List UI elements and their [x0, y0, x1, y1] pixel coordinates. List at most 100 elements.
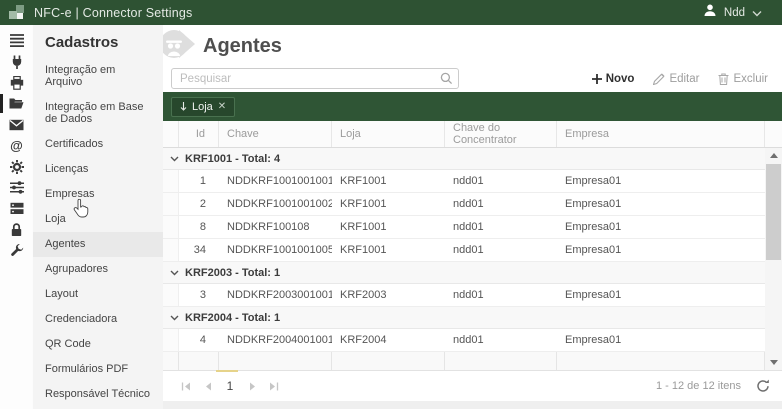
sidebar-item-credenciadora[interactable]: Credenciadora	[33, 307, 163, 332]
cell-chave: NDDKRF100108	[219, 216, 332, 238]
cell-chave: NDDKRF1001001002	[219, 193, 332, 215]
row-expander-cell	[163, 193, 179, 215]
cell-chave: NDDKRF2003001001	[219, 284, 332, 306]
group-chip-loja[interactable]: Loja ✕	[171, 97, 235, 117]
cell-loja: KRF1001	[332, 216, 445, 238]
sort-descending-icon	[180, 102, 187, 111]
scroll-down-icon[interactable]	[765, 355, 782, 370]
cell-empresa: Empresa01	[557, 329, 765, 351]
cell-id: 1	[179, 170, 219, 192]
sidebar-item-certificados[interactable]: Certificados	[33, 132, 163, 157]
sidebar-item-layout[interactable]: Layout	[33, 282, 163, 307]
sidebar-item-qr-code[interactable]: QR Code	[33, 332, 163, 357]
vertical-scrollbar[interactable]	[765, 148, 782, 370]
sidebar-item-integra-o-em-arquivo[interactable]: Integração em Arquivo	[33, 58, 163, 95]
user-menu[interactable]: Ndd	[724, 7, 745, 19]
empty-cell	[163, 352, 179, 370]
cell-loja: KRF2003	[332, 284, 445, 306]
gear-icon[interactable]	[0, 156, 33, 177]
first-page-icon[interactable]	[175, 376, 197, 396]
sliders-icon[interactable]	[0, 177, 33, 198]
cell-empresa: Empresa01	[557, 170, 765, 192]
sidebar-item-respons-vel-t-cnico[interactable]: Responsável Técnico	[33, 382, 163, 407]
cell-chave-do-concentrator: ndd01	[445, 193, 557, 215]
chevron-down-icon[interactable]	[752, 4, 762, 22]
search-icon[interactable]	[440, 72, 453, 90]
last-page-icon[interactable]	[263, 376, 285, 396]
app-logo-icon	[8, 4, 26, 21]
table-row[interactable]: 34NDDKRF1001001005KRF1001ndd01Empresa01	[163, 239, 765, 262]
plus-icon	[592, 74, 602, 84]
row-expander-cell	[163, 329, 179, 351]
column-header-chave[interactable]: Chave	[219, 121, 332, 147]
column-header-loja[interactable]: Loja	[332, 121, 445, 147]
sidebar-item-formul-rios-pdf[interactable]: Formulários PDF	[33, 357, 163, 382]
search-input[interactable]	[171, 68, 459, 89]
sidebar-item-agentes[interactable]: Agentes	[33, 232, 163, 257]
column-header-id[interactable]: Id	[179, 121, 219, 147]
sidebar-item-agrupadores[interactable]: Agrupadores	[33, 257, 163, 282]
expander-column-header	[163, 121, 179, 147]
scrollbar-spacer	[765, 121, 782, 147]
page-number[interactable]: 1	[219, 379, 241, 393]
cell-loja: KRF1001	[332, 170, 445, 192]
column-header-empresa[interactable]: Empresa	[557, 121, 765, 147]
table-row[interactable]: 8NDDKRF100108KRF1001ndd01Empresa01	[163, 216, 765, 239]
sidebar-item-licen-as[interactable]: Licenças	[33, 157, 163, 182]
group-by-bar[interactable]: Loja ✕	[163, 92, 782, 121]
plug-icon[interactable]	[0, 51, 33, 72]
sidebar-title: Cadastros	[33, 25, 163, 58]
cell-id: 2	[179, 193, 219, 215]
next-page-icon[interactable]	[241, 376, 263, 396]
printer-icon[interactable]	[0, 72, 33, 93]
group-row-krf2004[interactable]: KRF2004 - Total: 1	[163, 307, 765, 329]
current-page-indicator	[216, 370, 238, 372]
server-icon[interactable]	[0, 198, 33, 219]
bottom-strip	[163, 401, 782, 409]
group-label: KRF2004 - Total: 1	[185, 312, 280, 324]
wrench-icon[interactable]	[0, 240, 33, 261]
table-row[interactable]: 1NDDKRF1001001001KRF1001ndd01Empresa01	[163, 170, 765, 193]
row-expander-cell	[163, 216, 179, 238]
previous-page-icon[interactable]	[197, 376, 219, 396]
group-label: KRF1001 - Total: 4	[185, 153, 280, 165]
edit-button[interactable]: Editar	[653, 73, 699, 85]
sidebar-item-integra-o-em-base-de-dados[interactable]: Integração em Base de Dados	[33, 95, 163, 132]
new-button[interactable]: Novo	[592, 73, 635, 85]
empty-row	[163, 352, 765, 370]
trash-icon	[718, 73, 729, 85]
cell-chave-do-concentrator: ndd01	[445, 284, 557, 306]
lock-icon[interactable]	[0, 219, 33, 240]
refresh-icon[interactable]	[756, 379, 770, 393]
remove-group-icon[interactable]: ✕	[218, 101, 226, 112]
sidebar: Cadastros Integração em ArquivoIntegraçã…	[33, 25, 163, 409]
column-header-chave-do-concentrator[interactable]: Chave do Concentrator	[445, 121, 557, 147]
cell-id: 34	[179, 239, 219, 261]
cell-chave-do-concentrator: ndd01	[445, 170, 557, 192]
page-title: Agentes	[163, 25, 782, 58]
cell-id: 3	[179, 284, 219, 306]
table-row[interactable]: 4NDDKRF2004001001KRF2004ndd01Empresa01	[163, 329, 765, 352]
scroll-up-icon[interactable]	[765, 148, 782, 163]
group-label: KRF2003 - Total: 1	[185, 267, 280, 279]
icon-rail: @	[0, 25, 33, 409]
envelope-icon[interactable]	[0, 114, 33, 135]
sidebar-item-loja[interactable]: Loja	[33, 207, 163, 232]
cell-chave-do-concentrator: ndd01	[445, 329, 557, 351]
cell-chave: NDDKRF2004001001	[219, 329, 332, 351]
table-row[interactable]: 2NDDKRF1001001002KRF1001ndd01Empresa01	[163, 193, 765, 216]
cell-loja: KRF1001	[332, 239, 445, 261]
group-row-krf2003[interactable]: KRF2003 - Total: 1	[163, 262, 765, 284]
menu-icon[interactable]	[0, 30, 33, 51]
main-content: Agentes Novo Editar	[163, 25, 782, 409]
sidebar-item-empresas[interactable]: Empresas	[33, 182, 163, 207]
at-sign-icon[interactable]: @	[0, 135, 33, 156]
table-row[interactable]: 3NDDKRF2003001001KRF2003ndd01Empresa01	[163, 284, 765, 307]
group-row-krf1001[interactable]: KRF1001 - Total: 4	[163, 148, 765, 170]
empty-cell	[332, 352, 445, 370]
scrollbar-thumb[interactable]	[766, 164, 781, 260]
delete-button[interactable]: Excluir	[718, 73, 768, 85]
pager: 1 1 - 12 de 12 itens	[163, 370, 782, 401]
folder-open-icon[interactable]	[0, 93, 33, 114]
app-title: NFC-e | Connector Settings	[34, 6, 193, 20]
